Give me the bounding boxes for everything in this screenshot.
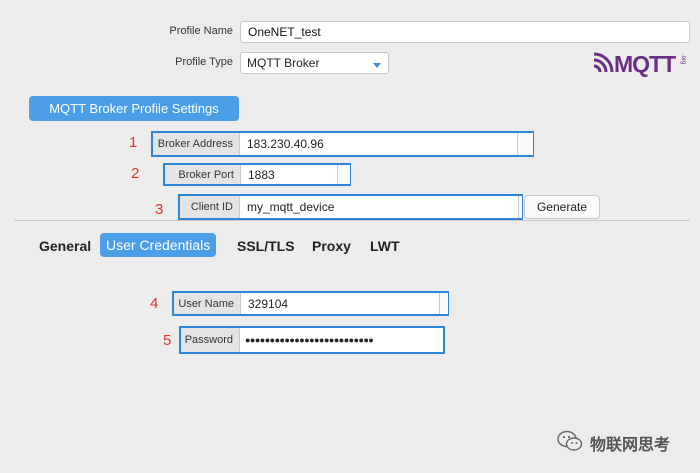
marker-4: 4 — [150, 295, 159, 312]
profile-type-label: Profile Type — [175, 56, 233, 68]
profile-name-label: Profile Name — [169, 25, 233, 37]
user-name-input[interactable]: 329104 — [241, 293, 439, 314]
generate-button[interactable]: Generate — [524, 195, 600, 219]
user-name-endcap — [439, 293, 448, 314]
user-name-label: User Name — [174, 293, 241, 314]
profile-name-input[interactable]: OneNET_test — [240, 21, 690, 43]
user-name-row: User Name 329104 — [172, 291, 449, 316]
client-id-label: Client ID — [180, 196, 240, 218]
mqtt-logo-sub: .org — [680, 54, 686, 65]
broker-address-input[interactable]: 183.230.40.96 — [240, 133, 517, 155]
client-id-endcap — [518, 196, 522, 218]
marker-2: 2 — [131, 165, 140, 182]
chevron-down-icon — [373, 63, 381, 68]
client-id-row: Client ID my_mqtt_device — [178, 194, 523, 220]
broker-port-endcap — [337, 165, 350, 184]
broker-port-input[interactable]: 1883 — [241, 165, 337, 184]
marker-1: 1 — [129, 134, 138, 151]
password-input[interactable]: ●●●●●●●●●●●●●●●●●●●●●●●●●● — [240, 328, 443, 352]
broker-port-row: Broker Port 1883 — [163, 163, 351, 186]
password-label: Password — [181, 328, 240, 352]
wechat-icon — [556, 429, 584, 453]
password-row: Password ●●●●●●●●●●●●●●●●●●●●●●●●●● — [179, 326, 445, 354]
tab-user-credentials[interactable]: User Credentials — [100, 233, 217, 257]
tab-general[interactable]: General — [39, 238, 91, 254]
broker-port-label: Broker Port — [165, 165, 241, 184]
broker-address-endcap — [517, 133, 533, 155]
tab-lwt[interactable]: LWT — [370, 238, 400, 254]
mqtt-signal-icon — [593, 52, 614, 73]
marker-5: 5 — [163, 332, 172, 349]
profile-type-select[interactable]: MQTT Broker — [240, 52, 389, 74]
mqtt-logo-text: MQTT — [614, 51, 676, 77]
marker-3: 3 — [155, 201, 164, 218]
client-id-input[interactable]: my_mqtt_device — [240, 196, 518, 218]
broker-address-row: Broker Address 183.230.40.96 — [151, 131, 534, 157]
tab-ssl-tls[interactable]: SSL/TLS — [237, 238, 295, 254]
profile-type-value: MQTT Broker — [247, 56, 320, 70]
section-title-badge: MQTT Broker Profile Settings — [29, 96, 239, 121]
broker-address-label: Broker Address — [153, 133, 240, 155]
mqtt-logo: MQTT .org — [592, 50, 690, 77]
tab-proxy[interactable]: Proxy — [312, 238, 351, 254]
watermark-text: 物联网思考 — [590, 435, 671, 454]
divider — [14, 220, 690, 221]
